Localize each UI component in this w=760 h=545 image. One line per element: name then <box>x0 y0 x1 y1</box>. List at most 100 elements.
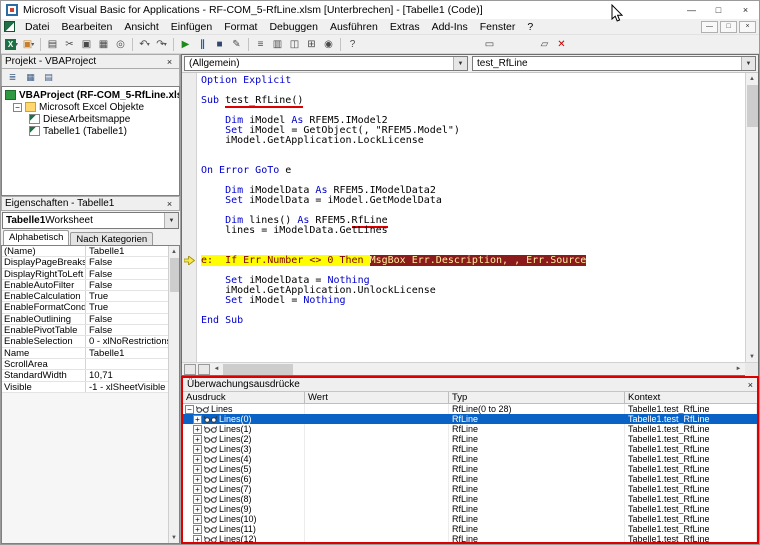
watch-row-lines-0[interactable]: +Lines(0)RfLineTabelle1.test_RfLine <box>183 414 757 424</box>
dropdown-arrow-icon[interactable]: ▼ <box>164 213 178 228</box>
find-icon[interactable]: ◎ <box>112 36 129 52</box>
toggle-folders-icon[interactable]: ▤ <box>41 71 56 85</box>
property-value[interactable]: False <box>86 314 168 324</box>
copy-icon[interactable]: ▣ <box>78 36 95 52</box>
property-row-enableselection[interactable]: EnableSelection0 - xlNoRestrictions <box>2 336 168 347</box>
expander-icon[interactable]: + <box>193 495 202 504</box>
tab-nach-kategorien[interactable]: Nach Kategorien <box>70 232 153 245</box>
menu-ausf-hren[interactable]: Ausführen <box>324 20 384 34</box>
property-value[interactable]: -1 - xlSheetVisible <box>86 382 168 392</box>
cut-icon[interactable]: ✂ <box>61 36 78 52</box>
restore-button[interactable]: □ <box>705 1 732 19</box>
tree-item-microsoft-excel-objekte[interactable]: −Microsoft Excel Objekte <box>2 101 179 113</box>
scroll-left-icon[interactable]: ◄ <box>210 363 223 376</box>
watch-column-ausdruck[interactable]: Ausdruck <box>183 392 305 403</box>
child-restore-button[interactable]: □ <box>720 21 737 33</box>
property-value[interactable]: False <box>86 280 168 290</box>
code-line-0[interactable]: Option Explicit <box>201 76 745 86</box>
menu-datei[interactable]: Datei <box>19 20 56 34</box>
property-value[interactable]: True <box>86 291 168 301</box>
code-line-15[interactable]: lines = iModelData.GetLines <box>201 226 745 236</box>
reset-icon[interactable]: ■ <box>211 36 228 52</box>
property-row-name[interactable]: (Name)Tabelle1 <box>2 246 168 257</box>
property-row-standardwidth[interactable]: StandardWidth10,71 <box>2 370 168 381</box>
paste-icon[interactable]: ▦ <box>95 36 112 52</box>
expander-icon[interactable]: + <box>193 525 202 534</box>
procedure-view-button[interactable] <box>184 364 196 375</box>
property-row-enablecalculation[interactable]: EnableCalculationTrue <box>2 291 168 302</box>
property-row-scrollarea[interactable]: ScrollArea <box>2 359 168 370</box>
dropdown-arrow-icon[interactable]: ▼ <box>453 57 467 70</box>
properties-close-icon[interactable]: × <box>163 199 176 209</box>
watch-close-icon[interactable]: × <box>748 380 753 390</box>
tab-alphabetisch[interactable]: Alphabetisch <box>3 230 69 245</box>
procedure-dropdown[interactable]: test_RfLine ▼ <box>472 56 756 71</box>
close-floating-toolbar-icon[interactable]: ✕ <box>553 36 570 52</box>
object-combobox[interactable]: Tabelle1 Worksheet ▼ <box>2 212 179 229</box>
code-line-9[interactable]: On Error GoTo e <box>201 166 745 176</box>
expander-icon[interactable]: + <box>193 455 202 464</box>
property-value[interactable]: False <box>86 269 168 279</box>
watch-row-lines-8[interactable]: +Lines(8)RfLineTabelle1.test_RfLine <box>183 494 757 504</box>
property-row-enableoutlining[interactable]: EnableOutliningFalse <box>2 314 168 325</box>
expander-icon[interactable]: + <box>193 415 202 424</box>
scrollbar-thumb[interactable] <box>747 85 758 127</box>
scroll-right-icon[interactable]: ► <box>732 363 745 376</box>
scroll-down-icon[interactable]: ▼ <box>747 351 758 362</box>
property-row-displaypagebreaks[interactable]: DisplayPageBreaksFalse <box>2 257 168 268</box>
property-row-displayrighttoleft[interactable]: DisplayRightToLeftFalse <box>2 269 168 280</box>
code-line-22[interactable]: Set iModel = Nothing <box>201 296 745 306</box>
property-row-enableformatconditionscalc[interactable]: EnableFormatConditionsCalcTrue <box>2 302 168 313</box>
property-value[interactable]: 0 - xlNoRestrictions <box>86 336 168 346</box>
save-icon[interactable]: ▤ <box>44 36 61 52</box>
expander-icon[interactable]: + <box>193 505 202 514</box>
scroll-up-icon[interactable]: ▲ <box>169 246 180 257</box>
code-line-7[interactable] <box>201 146 745 156</box>
extra-toolbar-icon[interactable]: ▭ <box>481 36 498 52</box>
scrollbar-thumb[interactable] <box>223 364 293 375</box>
watch-row-lines-9[interactable]: +Lines(9)RfLineTabelle1.test_RfLine <box>183 504 757 514</box>
scroll-up-icon[interactable]: ▲ <box>747 73 758 84</box>
properties-scrollbar[interactable]: ▲ ▼ <box>168 246 179 543</box>
tree-item-diesearbeitsmappe[interactable]: DieseArbeitsmappe <box>2 113 179 125</box>
watch-row-lines-5[interactable]: +Lines(5)RfLineTabelle1.test_RfLine <box>183 464 757 474</box>
code-line-16[interactable] <box>201 236 745 246</box>
project-close-icon[interactable]: × <box>163 57 176 67</box>
expander-icon[interactable]: − <box>13 103 22 112</box>
project-explorer-icon[interactable]: ≡ <box>252 36 269 52</box>
help-icon[interactable]: ? <box>344 36 361 52</box>
child-minimize-button[interactable]: — <box>701 21 718 33</box>
minimize-button[interactable]: — <box>678 1 705 19</box>
menu-ansicht[interactable]: Ansicht <box>118 20 164 34</box>
property-value[interactable]: Tabelle1 <box>86 246 168 256</box>
scrollbar-thumb[interactable] <box>170 258 179 292</box>
object-dropdown[interactable]: (Allgemein) ▼ <box>184 56 468 71</box>
expander-icon[interactable]: + <box>193 445 202 454</box>
code-line-6[interactable]: iModel.GetApplication.LockLicense <box>201 136 745 146</box>
menu-add-ins[interactable]: Add-Ins <box>426 20 474 34</box>
menu-einf-gen[interactable]: Einfügen <box>165 20 218 34</box>
project-explorer-titlebar[interactable]: Projekt - VBAProject × <box>1 54 180 69</box>
property-value[interactable]: Tabelle1 <box>86 348 168 358</box>
expander-icon[interactable]: − <box>185 405 194 414</box>
property-row-enablepivottable[interactable]: EnablePivotTableFalse <box>2 325 168 336</box>
excel-sheet-icon[interactable] <box>4 21 15 32</box>
menu-debuggen[interactable]: Debuggen <box>263 20 323 34</box>
properties-titlebar[interactable]: Eigenschaften - Tabelle1 × <box>1 196 180 211</box>
expander-icon[interactable]: + <box>193 475 202 484</box>
code-line-24[interactable]: End Sub <box>201 316 745 326</box>
break-icon[interactable]: ∥ <box>194 36 211 52</box>
watch-row-lines-7[interactable]: +Lines(7)RfLineTabelle1.test_RfLine <box>183 484 757 494</box>
design-mode-icon[interactable]: ✎ <box>228 36 245 52</box>
menu-extras[interactable]: Extras <box>384 20 426 34</box>
watch-row-lines-3[interactable]: +Lines(3)RfLineTabelle1.test_RfLine <box>183 444 757 454</box>
property-value[interactable] <box>86 359 168 369</box>
watch-row-lines-10[interactable]: +Lines(10)RfLineTabelle1.test_RfLine <box>183 514 757 524</box>
expander-icon[interactable]: + <box>193 435 202 444</box>
properties-window-icon[interactable]: ▥ <box>269 36 286 52</box>
code-line-12[interactable]: Set iModelData = iModel.GetModelData <box>201 196 745 206</box>
property-value[interactable]: True <box>86 302 168 312</box>
watch-titlebar[interactable]: Überwachungsausdrücke × <box>183 378 757 392</box>
code-horizontal-scrollbar[interactable]: ◄ ► <box>182 362 758 375</box>
watch-row-lines-2[interactable]: +Lines(2)RfLineTabelle1.test_RfLine <box>183 434 757 444</box>
